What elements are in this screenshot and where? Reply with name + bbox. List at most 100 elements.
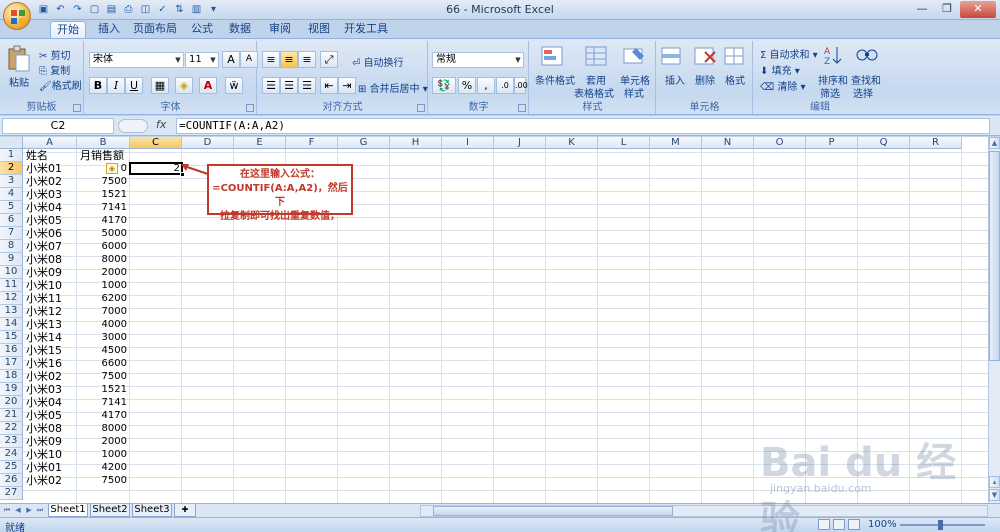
cell-b13[interactable]: 7000 [77, 305, 127, 318]
column-header-r[interactable]: R [910, 137, 962, 149]
close-button[interactable]: ✕ [960, 1, 996, 18]
cell-a15[interactable]: 小米14 [26, 331, 62, 344]
row-header-24[interactable]: 24 [0, 448, 23, 461]
wrap-text-button[interactable]: ⏎ 自动换行 [352, 54, 404, 69]
insert-cells-button[interactable]: 插入 [665, 72, 685, 87]
column-header-j[interactable]: J [494, 137, 546, 149]
paste-button[interactable]: 粘贴 [9, 74, 29, 89]
increase-indent-icon[interactable]: ⇥ [338, 77, 356, 94]
insert-sheet-icon[interactable]: ✚ [174, 504, 196, 517]
row-header-11[interactable]: 11 [0, 279, 23, 292]
cell-styles-icon[interactable] [622, 44, 648, 70]
align-center-icon[interactable]: ☰ [280, 77, 298, 94]
row-header-8[interactable]: 8 [0, 240, 23, 253]
cell-b12[interactable]: 6200 [77, 292, 127, 305]
cell-a5[interactable]: 小米04 [26, 201, 62, 214]
copy-button[interactable]: ⎘ 复制 [39, 62, 70, 77]
alignment-launcher[interactable] [417, 104, 425, 112]
orientation-icon[interactable]: ⤢ [320, 51, 338, 68]
cell-a10[interactable]: 小米09 [26, 266, 62, 279]
insert-function-button[interactable]: fx [156, 118, 166, 131]
column-header-p[interactable]: P [806, 137, 858, 149]
tab-developer[interactable]: 开发工具 [344, 21, 388, 38]
borders-icon[interactable]: ▦ [151, 77, 169, 94]
row-header-3[interactable]: 3 [0, 175, 23, 188]
column-header-n[interactable]: N [702, 137, 754, 149]
align-right-icon[interactable]: ☰ [298, 77, 316, 94]
row-header-20[interactable]: 20 [0, 396, 23, 409]
conditional-format-button[interactable]: 条件格式 [535, 72, 575, 87]
cell-b23[interactable]: 2000 [77, 435, 127, 448]
row-header-17[interactable]: 17 [0, 357, 23, 370]
zoom-level[interactable]: 100% [868, 519, 897, 530]
cell-a16[interactable]: 小米15 [26, 344, 62, 357]
align-top-icon[interactable]: ≡ [262, 51, 280, 68]
tab-insert[interactable]: 插入 [94, 21, 124, 38]
merge-center-button[interactable]: ⊞ 合并后居中 ▾ [358, 80, 428, 95]
row-header-6[interactable]: 6 [0, 214, 23, 227]
tab-view[interactable]: 视图 [305, 21, 333, 38]
cell-b15[interactable]: 3000 [77, 331, 127, 344]
cell-b25[interactable]: 4200 [77, 461, 127, 474]
cell-a12[interactable]: 小米11 [26, 292, 62, 305]
cell-a2[interactable]: 小米01 [26, 162, 62, 175]
row-header-23[interactable]: 23 [0, 435, 23, 448]
row-header-14[interactable]: 14 [0, 318, 23, 331]
row-header-27[interactable]: 27 [0, 487, 23, 500]
format-cells-button[interactable]: 格式 [725, 72, 745, 87]
vertical-scroll-thumb[interactable] [989, 151, 1000, 361]
prev-sheet-icon[interactable]: ◀ [13, 505, 23, 516]
font-name-select[interactable]: 宋体 ▼ [89, 52, 184, 68]
decrease-decimal-icon[interactable]: .00 [514, 77, 528, 94]
cell-a6[interactable]: 小米05 [26, 214, 62, 227]
select-all-corner[interactable] [0, 137, 23, 149]
row-header-2[interactable]: 2 [0, 162, 23, 175]
cell-b6[interactable]: 4170 [77, 214, 127, 227]
row-header-13[interactable]: 13 [0, 305, 23, 318]
tab-data[interactable]: 数据 [226, 21, 254, 38]
cell-b7[interactable]: 5000 [77, 227, 127, 240]
cell-b3[interactable]: 7500 [77, 175, 127, 188]
table-format-icon[interactable] [584, 44, 610, 70]
column-header-l[interactable]: L [598, 137, 650, 149]
cell-a21[interactable]: 小米05 [26, 409, 62, 422]
decrease-indent-icon[interactable]: ⇤ [320, 77, 338, 94]
error-smart-tag-icon[interactable]: ◈ [106, 163, 118, 174]
scroll-up-icon[interactable]: ▲ [989, 137, 1000, 149]
font-launcher[interactable] [246, 104, 254, 112]
number-format-select[interactable]: 常规 ▼ [432, 52, 524, 68]
underline-button[interactable]: U [125, 77, 143, 94]
comma-button[interactable]: , [477, 77, 495, 94]
cell-b2[interactable]: 0 [77, 162, 127, 175]
column-header-i[interactable]: I [442, 137, 494, 149]
cell-a7[interactable]: 小米06 [26, 227, 62, 240]
row-header-21[interactable]: 21 [0, 409, 23, 422]
cell-b21[interactable]: 4170 [77, 409, 127, 422]
row-header-1[interactable]: 1 [0, 149, 23, 162]
formula-input[interactable]: =COUNTIF(A:A,A2) [176, 118, 990, 134]
row-header-18[interactable]: 18 [0, 370, 23, 383]
sheet-tab-2[interactable]: Sheet2 [90, 504, 130, 517]
cell-a18[interactable]: 小米02 [26, 370, 62, 383]
cell-a25[interactable]: 小米01 [26, 461, 62, 474]
align-middle-icon[interactable]: ≡ [280, 51, 298, 68]
cell-b8[interactable]: 6000 [77, 240, 127, 253]
column-header-e[interactable]: E [234, 137, 286, 149]
percent-button[interactable]: % [458, 77, 476, 94]
cell-a22[interactable]: 小米08 [26, 422, 62, 435]
cut-button[interactable]: ✂ 剪切 [39, 47, 71, 62]
column-header-f[interactable]: F [286, 137, 338, 149]
column-header-o[interactable]: O [754, 137, 806, 149]
column-header-q[interactable]: Q [858, 137, 910, 149]
normal-view-icon[interactable] [818, 519, 830, 530]
format-cells-icon[interactable] [723, 44, 749, 70]
maximize-button[interactable]: ❐ [935, 1, 959, 18]
column-header-h[interactable]: H [390, 137, 442, 149]
grow-font-button[interactable]: A [222, 51, 240, 68]
column-header-d[interactable]: D [182, 137, 234, 149]
tab-formulas[interactable]: 公式 [188, 21, 216, 38]
cell-a9[interactable]: 小米08 [26, 253, 62, 266]
cell-a14[interactable]: 小米13 [26, 318, 62, 331]
zoom-slider-knob[interactable] [938, 520, 943, 530]
paste-icon[interactable] [6, 45, 32, 72]
